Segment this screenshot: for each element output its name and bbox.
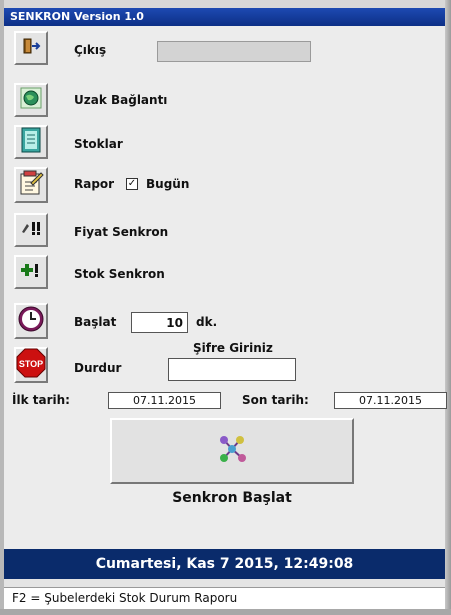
report-button[interactable] (14, 167, 48, 203)
first-date-label: İlk tarih: (12, 393, 70, 407)
window-top-border (4, 0, 445, 8)
stocks-button[interactable] (14, 125, 48, 159)
today-checkbox[interactable]: ✓ (126, 178, 138, 190)
stock-sync-button[interactable] (14, 255, 48, 289)
sync-start-button[interactable] (110, 418, 354, 484)
today-label: Bugün (146, 177, 190, 191)
report-icon (17, 169, 45, 201)
first-date-field[interactable]: 07.11.2015 (108, 392, 221, 409)
stock-sync-label: Stok Senkron (74, 267, 165, 281)
interval-unit: dk. (196, 315, 218, 329)
datetime-bar: Cumartesi, Kas 7 2015, 12:49:08 (4, 549, 445, 579)
interval-input[interactable]: 10 (131, 312, 188, 333)
window-bottom-border (0, 609, 451, 615)
status-text: F2 = Şubelerdeki Stok Durum Raporu (12, 591, 238, 605)
price-sync-label: Fiyat Senkron (74, 225, 169, 239)
exit-label: Çıkış (74, 43, 107, 57)
password-caption: Şifre Giriniz (193, 341, 273, 355)
password-input[interactable] (168, 358, 296, 381)
notebook-icon (19, 127, 43, 157)
stop-button[interactable]: STOP (14, 347, 48, 383)
current-datetime: Cumartesi, Kas 7 2015, 12:49:08 (95, 556, 354, 572)
start-button[interactable] (14, 303, 48, 339)
remote-connection-label: Uzak Bağlantı (74, 93, 168, 107)
stock-sync-icon (19, 262, 43, 282)
footer-spacer (4, 579, 445, 587)
remote-connection-button[interactable] (14, 83, 48, 117)
start-label: Başlat (74, 315, 117, 329)
globe-icon (20, 87, 42, 113)
clock-icon (17, 305, 45, 337)
last-date-field[interactable]: 07.11.2015 (334, 392, 447, 409)
last-date-label: Son tarih: (242, 393, 309, 407)
report-label: Rapor (74, 177, 115, 191)
status-bar: F2 = Şubelerdeki Stok Durum Raporu (4, 587, 445, 609)
sync-start-label: Senkron Başlat (172, 490, 292, 506)
stop-sign-icon: STOP (16, 348, 46, 382)
price-sync-icon (19, 220, 43, 240)
stocks-label: Stoklar (74, 137, 123, 151)
svg-text:STOP: STOP (19, 359, 43, 369)
exit-field[interactable] (157, 41, 311, 62)
molecule-sync-icon (214, 432, 250, 470)
exit-door-icon (21, 36, 41, 60)
stop-label: Durdur (74, 361, 122, 375)
exit-button[interactable] (14, 31, 48, 65)
window-right-border (445, 0, 451, 615)
window-title: SENKRON Version 1.0 (10, 10, 144, 23)
title-bar: SENKRON Version 1.0 (4, 8, 445, 26)
price-sync-button[interactable] (14, 213, 48, 247)
